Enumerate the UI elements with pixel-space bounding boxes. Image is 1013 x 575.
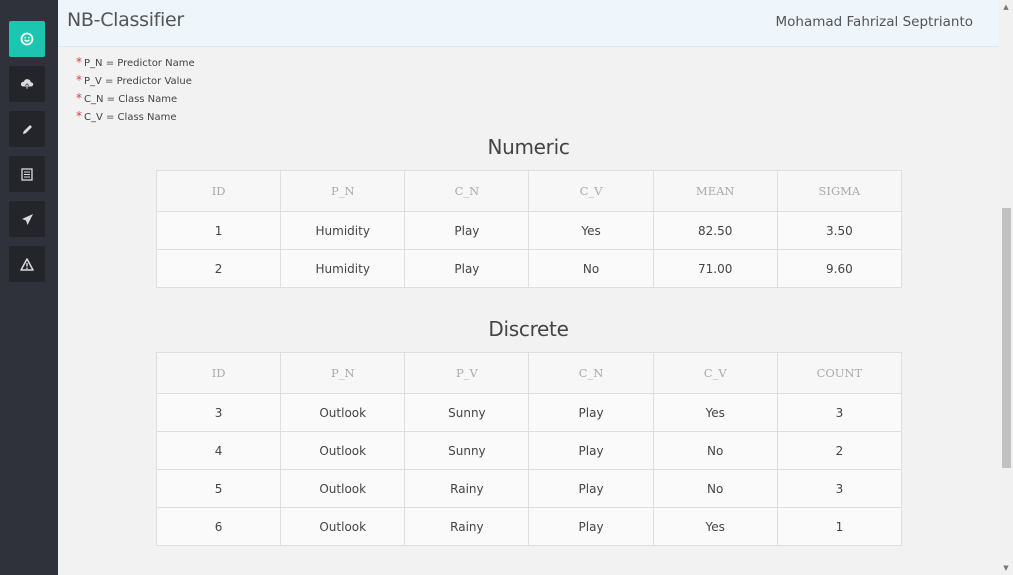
table-icon [21, 167, 33, 181]
table-cell: 6 [155, 507, 282, 546]
legend: * P_N = Predictor Name * P_V = Predictor V… [76, 55, 195, 127]
legend-item: * P_N = Predictor Name [76, 55, 195, 73]
table-cell: Play [528, 507, 654, 546]
send-icon [21, 213, 34, 226]
numeric-table: ID P_N C_N C_V MEAN SIGMA 1 Humidity Pla… [155, 170, 903, 288]
column-header[interactable]: P_N [280, 170, 406, 212]
table-cell: Play [528, 393, 654, 432]
warning-icon [20, 257, 34, 271]
legend-item: * C_N = Class Name [76, 91, 195, 109]
table-cell: Outlook [280, 507, 406, 546]
table-cell: Outlook [280, 393, 406, 432]
legend-item: * P_V = Predictor Value [76, 73, 195, 91]
table-cell: 5 [155, 469, 282, 508]
table-cell: Play [528, 431, 654, 470]
scroll-up-arrow-icon[interactable]: ▲ [999, 0, 1013, 14]
legend-text: P_N = Predictor Name [84, 58, 195, 69]
legend-text: P_V = Predictor Value [84, 76, 192, 87]
table-cell: Outlook [280, 431, 406, 470]
pencil-icon [21, 123, 34, 136]
numeric-section-title: Numeric [487, 135, 570, 159]
app-title[interactable]: NB-Classifier [67, 9, 184, 31]
column-header[interactable]: P_V [404, 352, 530, 394]
table-cell: No [528, 249, 654, 288]
table-row: 3 Outlook Sunny Play Yes 3 [155, 393, 903, 432]
table-row: 2 Humidity Play No 71.00 9.60 [155, 249, 903, 288]
column-header[interactable]: COUNT [776, 352, 903, 394]
table-cell: Humidity [280, 211, 406, 250]
column-header[interactable]: P_N [280, 352, 406, 394]
column-header[interactable]: MEAN [652, 170, 778, 212]
table-row: 1 Humidity Play Yes 82.50 3.50 [155, 211, 903, 250]
required-star: * [76, 109, 82, 123]
column-header[interactable]: C_V [652, 352, 778, 394]
column-header[interactable]: C_N [404, 170, 530, 212]
sidebar-item-edit[interactable] [9, 111, 45, 147]
table-header-row: ID P_N P_V C_N C_V COUNT [155, 352, 903, 394]
column-header[interactable]: C_N [528, 352, 654, 394]
table-cell: Humidity [280, 249, 406, 288]
table-cell: Outlook [280, 469, 406, 508]
table-cell: Play [404, 211, 530, 250]
table-cell: 2 [776, 431, 903, 470]
sidebar-item-dashboard[interactable] [9, 21, 45, 57]
main-content: * P_N = Predictor Name * P_V = Predictor V… [58, 48, 999, 575]
sidebar-item-upload[interactable] [9, 66, 45, 102]
table-cell: No [652, 431, 778, 470]
scrollbar-thumb[interactable] [1002, 208, 1011, 468]
required-star: * [76, 91, 82, 105]
cloud-upload-icon [20, 78, 34, 90]
table-row: 4 Outlook Sunny Play No 2 [155, 431, 903, 470]
table-header-row: ID P_N C_N C_V MEAN SIGMA [155, 170, 903, 212]
table-cell: Sunny [404, 431, 530, 470]
required-star: * [76, 55, 82, 69]
table-cell: Rainy [404, 507, 530, 546]
scroll-down-arrow-icon[interactable]: ▼ [999, 561, 1013, 575]
vertical-scrollbar[interactable]: ▲ ▼ [999, 0, 1013, 575]
table-cell: 3 [776, 393, 903, 432]
sidebar-item-table[interactable] [9, 156, 45, 192]
discrete-section-title: Discrete [488, 317, 569, 341]
table-cell: Rainy [404, 469, 530, 508]
table-cell: 1 [155, 211, 282, 250]
table-cell: Yes [652, 507, 778, 546]
sidebar [0, 0, 58, 575]
user-name[interactable]: Mohamad Fahrizal Septrianto [776, 14, 974, 30]
column-header[interactable]: SIGMA [776, 170, 903, 212]
legend-item: * C_V = Class Name [76, 109, 195, 127]
legend-text: C_N = Class Name [84, 94, 178, 105]
table-cell: 9.60 [776, 249, 903, 288]
table-cell: Yes [528, 211, 654, 250]
sidebar-item-warning[interactable] [9, 246, 45, 282]
discrete-table: ID P_N P_V C_N C_V COUNT 3 Outlook Sunny… [155, 352, 903, 546]
table-cell: Play [404, 249, 530, 288]
top-header: NB-Classifier Mohamad Fahrizal Septriant… [58, 0, 999, 47]
table-cell: Play [528, 469, 654, 508]
table-cell: 2 [155, 249, 282, 288]
table-cell: No [652, 469, 778, 508]
table-cell: Sunny [404, 393, 530, 432]
smile-icon [20, 32, 34, 46]
table-cell: 1 [776, 507, 903, 546]
table-cell: 3.50 [776, 211, 903, 250]
sidebar-item-send[interactable] [9, 201, 45, 237]
required-star: * [76, 73, 82, 87]
table-cell: 3 [155, 393, 282, 432]
column-header[interactable]: C_V [528, 170, 654, 212]
table-cell: 3 [776, 469, 903, 508]
table-cell: 82.50 [652, 211, 778, 250]
column-header[interactable]: ID [155, 170, 282, 212]
table-cell: 71.00 [652, 249, 778, 288]
table-cell: Yes [652, 393, 778, 432]
column-header[interactable]: ID [155, 352, 282, 394]
table-row: 5 Outlook Rainy Play No 3 [155, 469, 903, 508]
legend-text: C_V = Class Name [84, 112, 177, 123]
table-row: 6 Outlook Rainy Play Yes 1 [155, 507, 903, 546]
table-cell: 4 [155, 431, 282, 470]
